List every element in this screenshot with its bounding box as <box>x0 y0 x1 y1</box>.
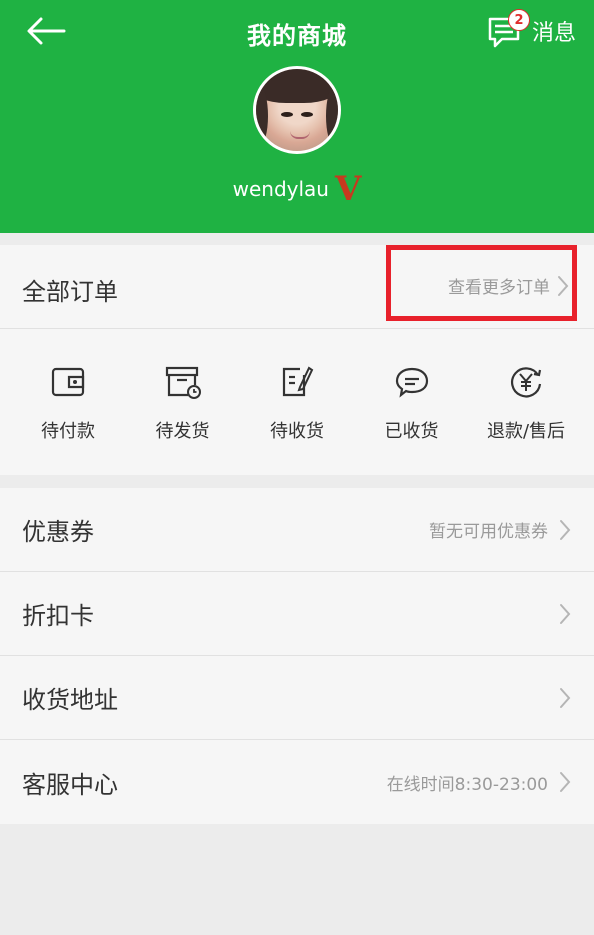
order-pending-shipment[interactable]: 待发货 <box>127 329 239 475</box>
order-label: 待付款 <box>41 421 95 442</box>
message-button[interactable]: 2 消息 <box>486 9 576 52</box>
chat-bubble-icon <box>395 367 428 398</box>
highlight-annotation <box>386 245 577 321</box>
list-item-value: 在线时间8:30-23:00 <box>386 774 548 795</box>
list-item-address[interactable]: 收货地址 <box>0 656 594 740</box>
settings-list: 优惠券 暂无可用优惠券 折扣卡 收货地址 客服中心 在线时间8:30-23:00 <box>0 488 594 824</box>
order-status-bar: 待付款 待发货 待收货 已收货 退款/售后 <box>0 329 594 475</box>
list-item-label: 收货地址 <box>22 686 118 714</box>
message-icon: 2 <box>486 9 530 49</box>
order-label: 待发货 <box>155 421 210 442</box>
all-orders-title: 全部订单 <box>22 278 118 306</box>
order-label: 已收货 <box>384 421 439 442</box>
list-item-label: 优惠券 <box>22 518 94 546</box>
vip-badge-icon: V <box>334 169 362 209</box>
order-pending-receipt[interactable]: 待收货 <box>241 329 353 475</box>
chevron-right-icon <box>560 772 571 792</box>
order-label: 退款/售后 <box>486 421 566 442</box>
list-item-value: 暂无可用优惠券 <box>429 522 548 542</box>
list-item-label: 客服中心 <box>22 770 118 799</box>
orders-section: 全部订单 查看更多订单 待付款 待发货 待收货 已收货 退款/售后 <box>0 245 594 475</box>
order-received[interactable]: 已收货 <box>356 329 468 475</box>
wallet-icon <box>51 367 85 397</box>
order-refund-aftersale[interactable]: 退款/售后 <box>470 329 582 475</box>
chevron-right-icon <box>560 603 571 624</box>
refund-yen-icon <box>511 367 542 398</box>
message-badge: 2 <box>507 9 530 31</box>
username: wendylau <box>232 177 329 201</box>
header: 我的商城 2 消息 wendylau V <box>0 0 594 233</box>
list-item-label: 折扣卡 <box>22 602 94 630</box>
chevron-right-icon <box>560 519 571 540</box>
list-item-customer-service[interactable]: 客服中心 在线时间8:30-23:00 <box>0 740 594 824</box>
list-item-discount-card[interactable]: 折扣卡 <box>0 572 594 656</box>
list-item-coupons[interactable]: 优惠券 暂无可用优惠券 <box>0 488 594 572</box>
chevron-right-icon <box>560 687 571 708</box>
edit-note-icon <box>282 366 314 397</box>
order-label: 待收货 <box>270 421 324 442</box>
box-clock-icon <box>165 366 201 399</box>
order-pending-payment[interactable]: 待付款 <box>12 329 124 475</box>
all-orders-row[interactable]: 全部订单 查看更多订单 <box>0 245 594 329</box>
my-mall-page: 我的商城 2 消息 wendylau V 全部订单 查看更多订单 待付款 待发货… <box>0 0 594 935</box>
user-info: wendylau V <box>0 168 594 206</box>
message-label: 消息 <box>531 21 576 46</box>
avatar[interactable] <box>253 66 341 154</box>
